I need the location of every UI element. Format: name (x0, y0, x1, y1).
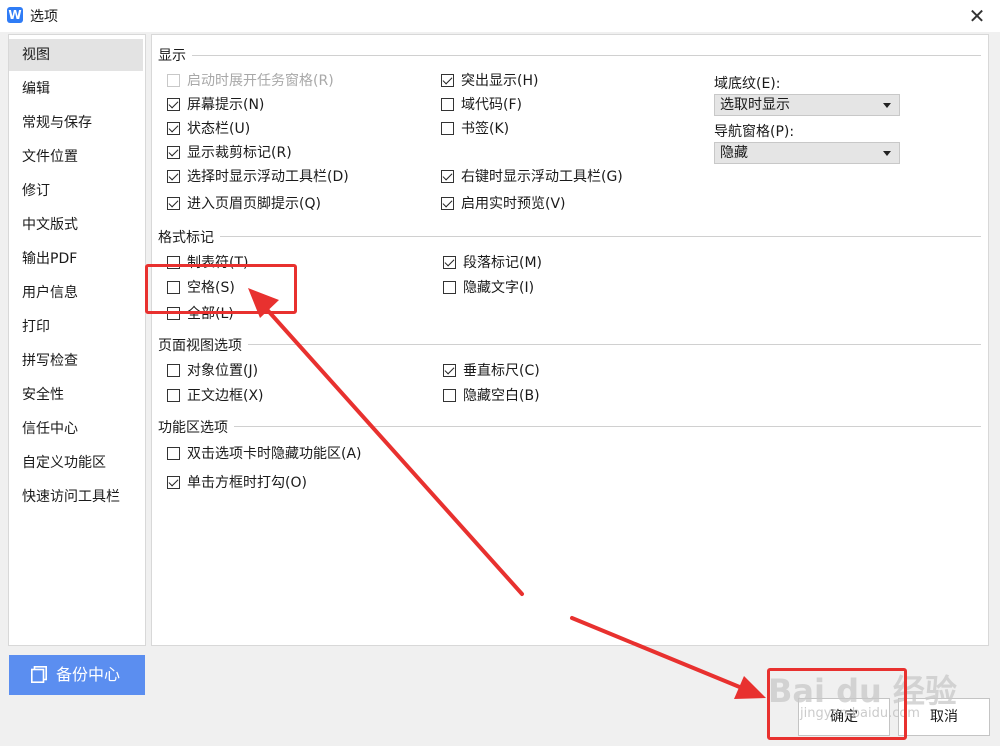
checkbox-box (443, 256, 456, 269)
checkbox-box (167, 122, 180, 135)
section-title-format-marks: 格式标记 (158, 230, 214, 246)
sidebar-item-user-info[interactable]: 用户信息 (9, 277, 143, 309)
sidebar-item-trust-center[interactable]: 信任中心 (9, 413, 143, 445)
sidebar-item-print[interactable]: 打印 (9, 311, 143, 343)
sidebar-item-view[interactable]: 视图 (9, 39, 143, 71)
checkbox-label: 突出显示(H) (461, 73, 539, 89)
nav-pane-label: 导航窗格(P): (714, 124, 795, 140)
backup-center-label: 备份中心 (56, 665, 121, 684)
checkbox-label: 启用实时预览(V) (461, 196, 566, 212)
checkbox-box (167, 476, 180, 489)
title-bar: W 选项 ✕ (0, 0, 1000, 32)
sidebar-item-export-pdf[interactable]: 输出PDF (9, 243, 143, 275)
section-divider (220, 236, 981, 237)
section-title-page-view: 页面视图选项 (158, 338, 242, 354)
nav-pane-value: 隐藏 (720, 145, 748, 161)
checkbox-label: 空格(S) (187, 280, 235, 296)
checkbox-label: 右键时显示浮动工具栏(G) (461, 169, 623, 185)
close-icon: ✕ (968, 4, 986, 28)
field-shading-select[interactable]: 选取时显示 (714, 94, 900, 116)
checkbox-label: 选择时显示浮动工具栏(D) (187, 169, 349, 185)
sidebar-item-file-location[interactable]: 文件位置 (9, 141, 143, 173)
checkbox-label: 垂直标尺(C) (463, 363, 540, 379)
checkbox-label: 正文边框(X) (187, 388, 264, 404)
sidebar-item-general-save[interactable]: 常规与保存 (9, 107, 143, 139)
checkbox-box (441, 98, 454, 111)
checkbox-box (441, 170, 454, 183)
dropdown-arrow-icon (883, 103, 891, 108)
sidebar-item-edit[interactable]: 编辑 (9, 73, 143, 105)
dropdown-arrow-icon (883, 151, 891, 156)
checkbox-box (443, 364, 456, 377)
checkbox-box (167, 281, 180, 294)
checkbox-box (167, 307, 180, 320)
view-options-panel: 显示 启动时展开任务窗格(R) 屏幕提示(N) 状态栏(U) 显示裁剪标记(R)… (151, 34, 989, 646)
checkbox-box (167, 256, 180, 269)
checkbox-label: 隐藏文字(I) (463, 280, 535, 296)
sidebar-item-customize-ribbon[interactable]: 自定义功能区 (9, 447, 143, 479)
checkbox-box (167, 170, 180, 183)
sidebar-item-revision[interactable]: 修订 (9, 175, 143, 207)
backup-center-button[interactable]: 备份中心 (9, 655, 145, 695)
checkbox-label: 双击选项卡时隐藏功能区(A) (187, 446, 362, 462)
section-divider (192, 55, 981, 56)
wps-app-icon: W (7, 7, 23, 23)
checkbox-label: 隐藏空白(B) (463, 388, 540, 404)
section-divider (248, 344, 981, 345)
checkbox-box (167, 447, 180, 460)
checkbox-box (441, 122, 454, 135)
checkbox-label: 启动时展开任务窗格(R) (187, 73, 334, 89)
baidu-watermark-url: jingyan.baidu.com (800, 706, 920, 721)
checkbox-box (167, 74, 180, 87)
dialog-title: 选项 (30, 9, 58, 25)
checkbox-box (443, 281, 456, 294)
checkbox-label: 状态栏(U) (187, 121, 251, 137)
field-shading-value: 选取时显示 (720, 97, 790, 113)
checkbox-box (441, 74, 454, 87)
checkbox-label: 单击方框时打勾(O) (187, 475, 307, 491)
checkbox-box (441, 197, 454, 210)
section-divider (234, 426, 981, 427)
checkbox-box (443, 389, 456, 402)
nav-pane-select[interactable]: 隐藏 (714, 142, 900, 164)
checkbox-box (167, 146, 180, 159)
checkbox-label: 书签(K) (461, 121, 510, 137)
backup-icon (31, 666, 47, 683)
checkbox-label: 全部(L) (187, 306, 234, 322)
checkbox-box (167, 197, 180, 210)
checkbox-box (167, 364, 180, 377)
checkbox-label: 显示裁剪标记(R) (187, 145, 292, 161)
checkbox-box (167, 389, 180, 402)
close-button[interactable]: ✕ (962, 2, 992, 30)
checkbox-label: 段落标记(M) (463, 255, 543, 271)
sidebar-item-chinese-layout[interactable]: 中文版式 (9, 209, 143, 241)
options-category-list: 视图 编辑 常规与保存 文件位置 修订 中文版式 输出PDF 用户信息 打印 拼… (8, 34, 146, 646)
section-title-display: 显示 (158, 48, 186, 64)
checkbox-box (167, 98, 180, 111)
field-shading-label: 域底纹(E): (714, 76, 781, 92)
sidebar-item-quick-access-toolbar[interactable]: 快速访问工具栏 (9, 481, 143, 513)
sidebar-item-spell-check[interactable]: 拼写检查 (9, 345, 143, 377)
checkbox-label: 屏幕提示(N) (187, 97, 265, 113)
checkbox-label: 制表符(T) (187, 255, 249, 271)
checkbox-label: 对象位置(J) (187, 363, 259, 379)
section-title-ribbon: 功能区选项 (158, 420, 228, 436)
sidebar-item-security[interactable]: 安全性 (9, 379, 143, 411)
checkbox-label: 域代码(F) (461, 97, 522, 113)
checkbox-label: 进入页眉页脚提示(Q) (187, 196, 321, 212)
